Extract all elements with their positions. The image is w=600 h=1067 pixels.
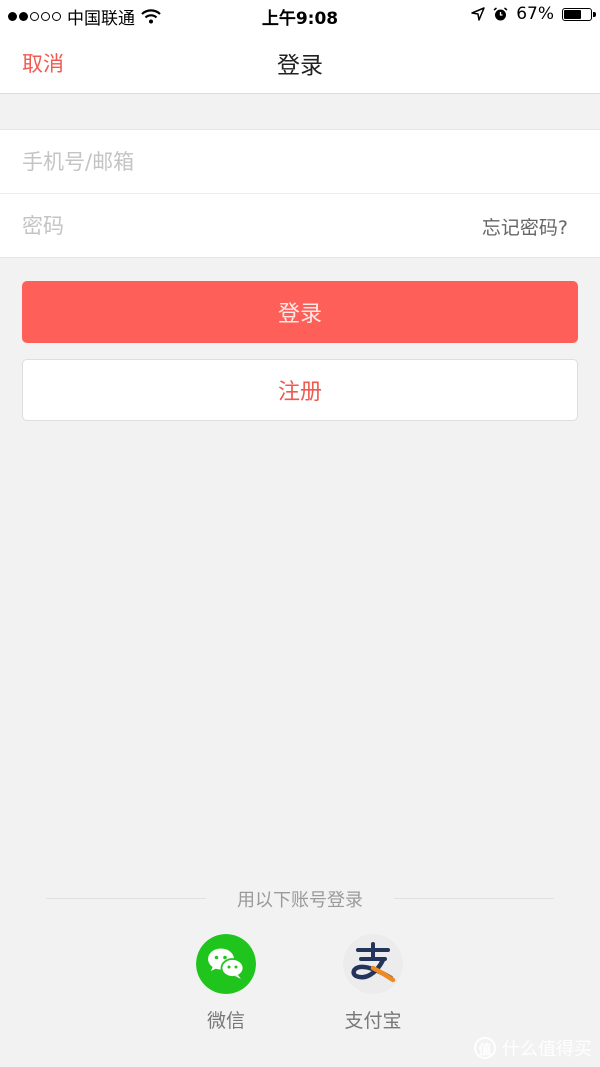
third-party-divider: 用以下账号登录 bbox=[46, 885, 554, 911]
wechat-login-button[interactable]: 微信 bbox=[171, 934, 281, 1033]
login-form: 忘记密码? bbox=[0, 129, 600, 258]
location-arrow-icon bbox=[471, 7, 485, 21]
status-bar: 中国联通 上午9:08 67% bbox=[0, 0, 600, 30]
password-field-row: 忘记密码? bbox=[0, 194, 600, 257]
battery-percent: 67% bbox=[516, 4, 554, 24]
alipay-login-button[interactable]: 支付宝 bbox=[318, 934, 428, 1033]
alarm-icon bbox=[493, 6, 508, 20]
battery-icon bbox=[562, 7, 596, 21]
status-bar-right: 67% bbox=[471, 4, 596, 24]
wechat-icon bbox=[196, 934, 256, 994]
watermark-text: 什么值得买 bbox=[502, 1039, 592, 1060]
third-party-title: 用以下账号登录 bbox=[237, 890, 363, 911]
page-title: 登录 bbox=[277, 53, 323, 79]
login-button[interactable]: 登录 bbox=[22, 281, 578, 343]
alipay-icon bbox=[343, 934, 403, 994]
navigation-bar: 取消 登录 bbox=[0, 30, 600, 94]
forgot-password-link[interactable]: 忘记密码? bbox=[482, 213, 568, 240]
alipay-label: 支付宝 bbox=[344, 1010, 402, 1032]
password-input[interactable] bbox=[22, 194, 442, 257]
wechat-label: 微信 bbox=[206, 1010, 245, 1032]
watermark-badge-icon: 值 bbox=[474, 1037, 496, 1059]
watermark: 值 什么值得买 bbox=[474, 1035, 592, 1061]
phone-email-field-row bbox=[0, 130, 600, 194]
phone-email-input[interactable] bbox=[22, 130, 442, 193]
register-button[interactable]: 注册 bbox=[22, 359, 578, 421]
